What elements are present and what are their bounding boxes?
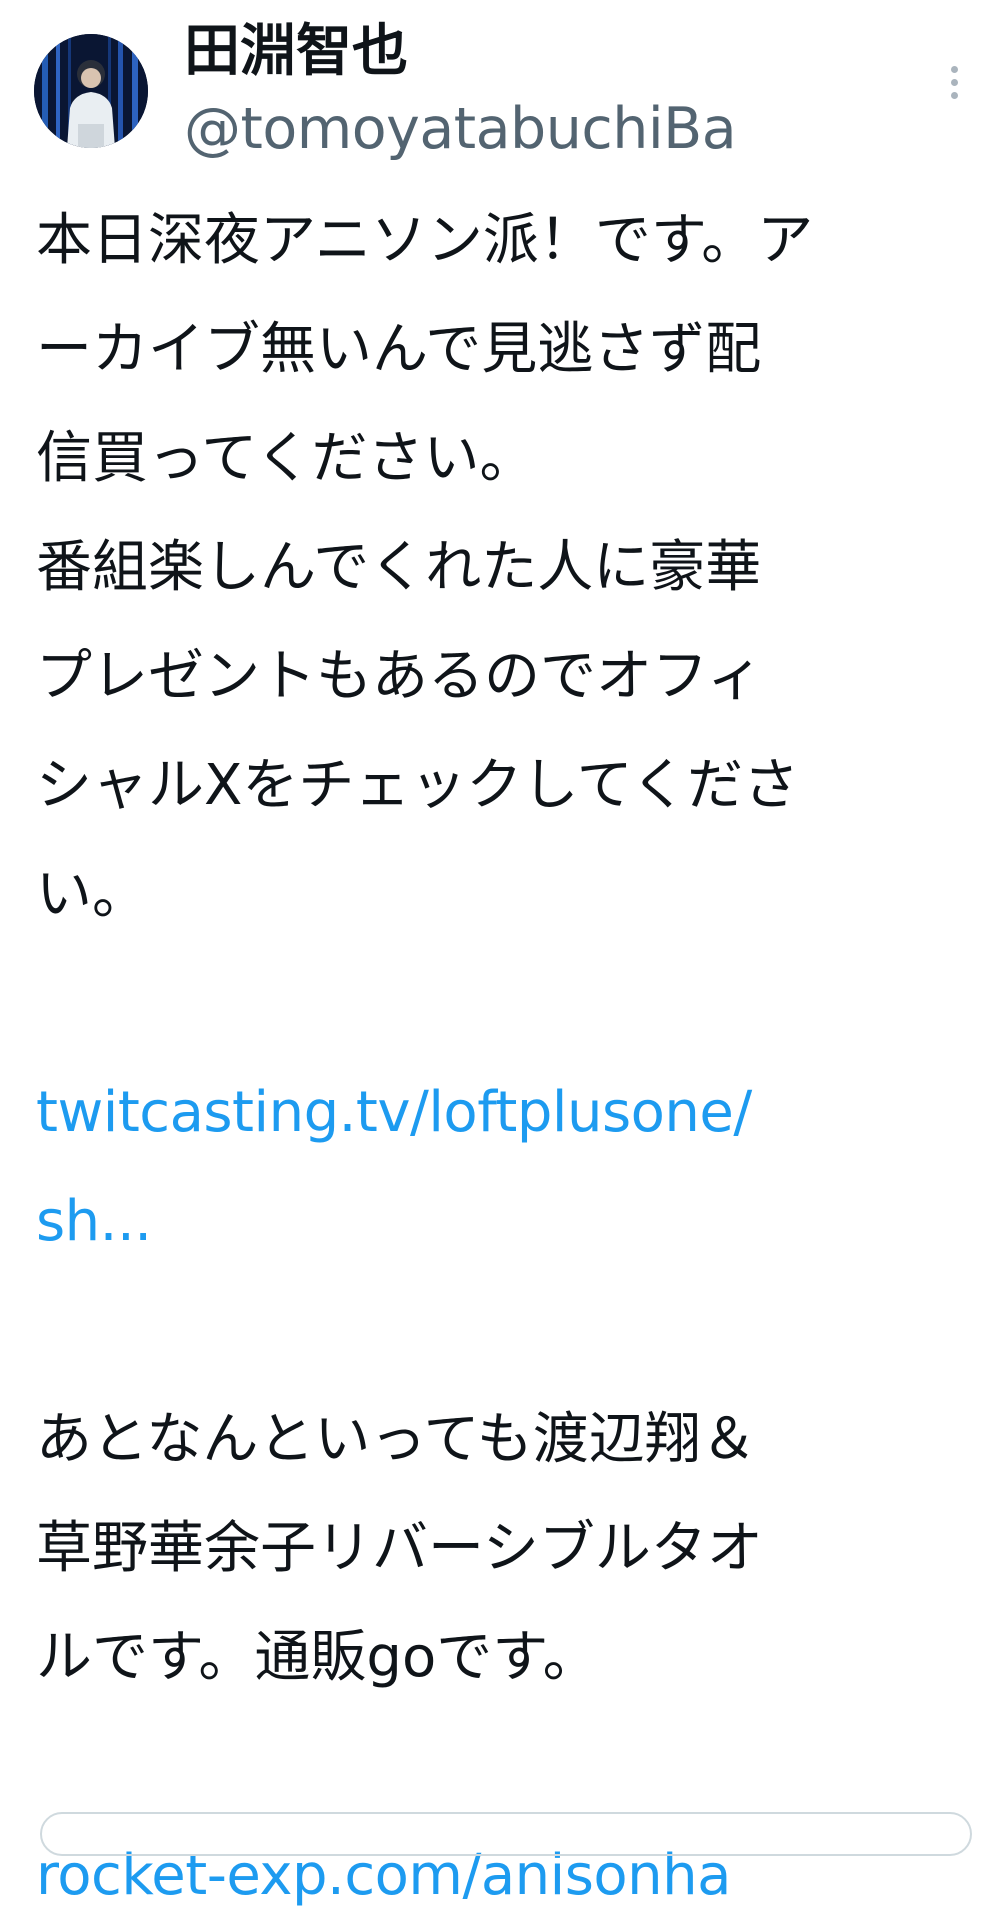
tweet-line: プレゼントもあるのでオフィ: [36, 644, 763, 709]
tweet-line: い。: [36, 862, 148, 927]
tweet-line: あとなんといっても渡辺翔＆: [36, 1407, 757, 1472]
twitcasting-link-continued[interactable]: sh...: [36, 1167, 986, 1276]
tweet-header: 田淵智也 @tomoyatabuchiBa: [0, 0, 1008, 170]
tweet-line: シャルXをチェックしてくださ: [36, 753, 800, 818]
line-spacer: [36, 1276, 986, 1385]
more-dot: [950, 65, 958, 73]
tweet-line: 信買ってください。: [36, 426, 536, 491]
author-display-name[interactable]: 田淵智也: [184, 16, 408, 88]
more-dot: [950, 78, 958, 86]
tweet-line: 草野華余子リバーシブルタオ: [36, 1516, 763, 1581]
author-handle[interactable]: @tomoyatabuchiBa: [184, 94, 737, 164]
more-vertical-icon[interactable]: [934, 50, 974, 114]
tweet-line: 番組楽しんでくれた人に豪華: [36, 535, 762, 600]
twitcasting-link[interactable]: twitcasting.tv/loftplusone/: [36, 1058, 986, 1167]
avatar-image: [34, 34, 148, 148]
tweet-line: 本日深夜アニソン派！です。ア: [36, 208, 814, 273]
link-preview-card[interactable]: [40, 1812, 972, 1856]
line-spacer: [36, 949, 986, 1058]
line-spacer: [36, 1712, 986, 1821]
tweet-text: 本日深夜アニソン派！です。ア ーカイブ無いんで見逃さず配 信買ってください。 番…: [36, 186, 986, 1930]
tweet-line: ーカイブ無いんで見逃さず配: [36, 317, 762, 382]
more-dot: [950, 91, 958, 99]
tweet-line: ルです。通販goです。: [36, 1625, 599, 1690]
avatar[interactable]: [34, 34, 148, 148]
